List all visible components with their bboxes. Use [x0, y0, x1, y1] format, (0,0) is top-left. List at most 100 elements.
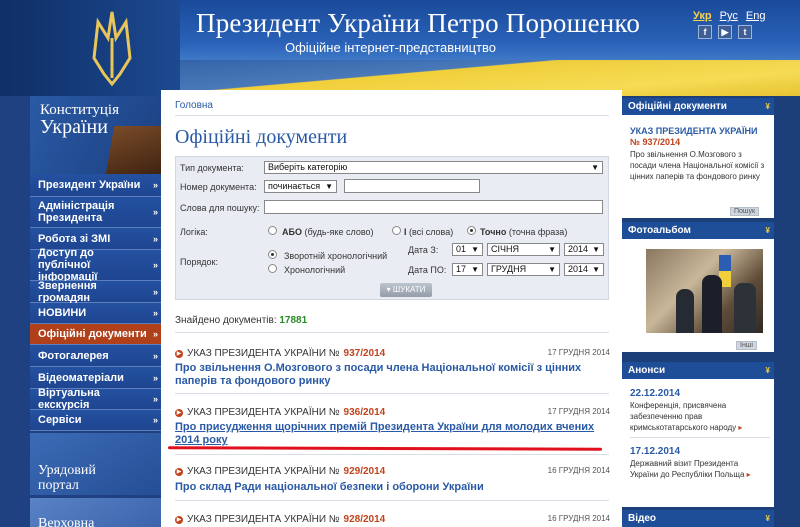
constitution-label: Конституція України: [40, 102, 119, 137]
sidebar-item-label: Адміністрація Президента: [38, 200, 115, 224]
breadcrumb[interactable]: Головна: [175, 100, 213, 111]
sidebar-item-tour[interactable]: Віртуальна екскурсія »: [30, 387, 166, 411]
sidebar-item-news[interactable]: НОВИНИ »: [30, 303, 166, 324]
order-reverse-label: Зворотній хронологічний: [284, 251, 388, 261]
date-from-day-select[interactable]: 01 ▼: [452, 243, 483, 256]
doc-title-link[interactable]: Про звільнення О.Мозгового з посади член…: [175, 362, 607, 388]
left-sidebar: Конституція України Президент України » А…: [0, 96, 166, 527]
chevron-down-icon: ▼: [471, 245, 479, 254]
sidebar-item-appeals[interactable]: Звернення громадян »: [30, 280, 166, 304]
official-more-button[interactable]: Пошук: [730, 207, 760, 216]
rada-banner[interactable]: Верховна: [30, 498, 166, 527]
sidebar-item-president[interactable]: Президент України »: [30, 174, 166, 197]
date-to-day-select[interactable]: 17 ▼: [452, 263, 483, 276]
doc-type-select[interactable]: Виберіть категорію ▼: [264, 161, 603, 174]
sidebar-item-label: Сервіси: [38, 414, 82, 426]
announce-header[interactable]: Анонси ¥: [622, 362, 774, 379]
highlight-underline: [167, 446, 603, 451]
chevron-right-icon: »: [152, 207, 158, 217]
right-background: [776, 96, 800, 527]
sidebar-item-services[interactable]: Сервіси »: [30, 410, 166, 431]
sidebar-item-official-docs[interactable]: Офіційні документи »: [30, 324, 166, 345]
logic-or-radio[interactable]: [268, 226, 277, 235]
date-from-year-select[interactable]: 2014 ▼: [564, 243, 604, 256]
social-links: f ▶ t: [698, 25, 752, 39]
lang-eng[interactable]: Eng: [746, 10, 766, 22]
chevron-down-icon: ▼: [548, 265, 556, 274]
announce-text[interactable]: Державний візит Президента України до Ре…: [630, 458, 756, 480]
photo-header[interactable]: Фотоальбом ¥: [622, 222, 774, 239]
keywords-input[interactable]: [264, 200, 603, 214]
announce-date: 22.12.2014: [630, 388, 681, 399]
arrow-right-icon: ▸: [738, 423, 743, 432]
video-header[interactable]: Відео ¥: [622, 510, 774, 527]
arrow-icon: ▶: [175, 349, 183, 358]
person-silhouette: [676, 289, 694, 333]
sidebar-item-video[interactable]: Відеоматеріали »: [30, 367, 166, 389]
search-button[interactable]: ▾ ШУКАТИ: [380, 283, 432, 297]
divider: [175, 393, 609, 394]
youtube-icon[interactable]: ▶: [718, 25, 732, 39]
found-count: Знайдено документів: 17881: [175, 315, 307, 326]
sidebar-item-public-info[interactable]: Доступ до публічної інформації »: [30, 247, 166, 283]
order-chrono-radio[interactable]: [268, 264, 277, 273]
widget-doc-type[interactable]: УКАЗ ПРЕЗИДЕНТА УКРАЇНИ: [630, 126, 757, 136]
constitution-banner[interactable]: Конституція України: [30, 96, 166, 174]
doc-number-mode-select[interactable]: починається ▼: [264, 180, 337, 193]
order-chrono-label: Хронологічний: [284, 265, 346, 275]
chevron-down-icon: ▼: [325, 182, 333, 191]
photo-title: Фотоальбом: [628, 225, 691, 236]
book-icon: [105, 126, 166, 174]
sidebar-item-label: Віртуальна екскурсія: [38, 387, 100, 411]
official-docs-header[interactable]: Офіційні документи ¥: [622, 98, 774, 115]
doc-number-input[interactable]: [344, 179, 480, 193]
logic-and-radio[interactable]: [392, 226, 401, 235]
doc-type-line: ▶ УКАЗ ПРЕЗИДЕНТА УКРАЇНИ № 929/2014: [175, 466, 385, 477]
date-to-year-select[interactable]: 2014 ▼: [564, 263, 604, 276]
chevron-right-icon: »: [152, 372, 158, 383]
doc-date: 16 ГРУДНЯ 2014: [547, 514, 610, 523]
date-to-day: 17: [456, 264, 467, 274]
sidebar-item-administration[interactable]: Адміністрація Президента »: [30, 197, 166, 228]
doc-title-link[interactable]: Про склад Ради національної безпеки і об…: [175, 481, 607, 494]
chevron-down-icon: ¥: [765, 366, 770, 375]
logic-exact-radio[interactable]: [467, 226, 476, 235]
twitter-icon[interactable]: t: [738, 25, 752, 39]
lang-ukr[interactable]: Укр: [693, 10, 712, 22]
photo-thumbnail[interactable]: [646, 249, 763, 333]
site-title[interactable]: Президент України Петро Порошенко: [196, 8, 640, 39]
header-emblem-area: [0, 0, 180, 96]
doc-date: 17 ГРУДНЯ 2014: [547, 348, 610, 357]
official-docs-title: Офіційні документи: [628, 101, 727, 112]
doc-title-link[interactable]: Про присудження щорічних премій Президен…: [175, 421, 607, 447]
arrow-icon: ▶: [175, 467, 183, 476]
date-to-month-select[interactable]: ГРУДНЯ ▼: [487, 263, 560, 276]
announce-text-body: Державний візит Президента України до Ре…: [630, 459, 745, 479]
date-to-month: ГРУДНЯ: [491, 264, 527, 274]
doc-type-line: ▶ УКАЗ ПРЕЗИДЕНТА УКРАЇНИ № 936/2014: [175, 407, 385, 418]
photo-more-button[interactable]: Інші: [736, 341, 757, 350]
person-silhouette: [734, 283, 756, 333]
header: Президент України Петро Порошенко Офіцій…: [0, 0, 800, 96]
portal-line1: Урядовий: [38, 463, 96, 478]
sidebar-item-photo[interactable]: Фотогалерея »: [30, 345, 166, 367]
search-form: Тип документа: Виберіть категорію ▼ Номер…: [175, 156, 609, 300]
chevron-right-icon: »: [152, 415, 158, 425]
chevron-right-icon: »: [152, 180, 158, 190]
doc-number: 937/2014: [343, 348, 386, 359]
doc-type-line: ▶ УКАЗ ПРЕЗИДЕНТА УКРАЇНИ № 937/2014: [175, 348, 385, 359]
date-from-month-select[interactable]: СІЧНЯ ▼: [487, 243, 560, 256]
chevron-down-icon: ▼: [592, 245, 600, 254]
government-portal-banner[interactable]: Урядовий портал: [30, 433, 166, 495]
sidebar-item-label: Відеоматеріали: [38, 371, 124, 384]
chevron-right-icon: »: [152, 233, 158, 244]
portal-label: Урядовий портал: [38, 463, 96, 493]
divider: [175, 332, 609, 333]
facebook-icon[interactable]: f: [698, 25, 712, 39]
lang-rus[interactable]: Рус: [720, 10, 738, 22]
divider: [175, 454, 609, 455]
order-label: Порядок:: [180, 257, 218, 267]
logic-exact-rest: (точна фраза): [506, 227, 568, 237]
order-reverse-radio[interactable]: [268, 250, 277, 259]
announce-text[interactable]: Конференція, присвячена забезпеченню пра…: [630, 400, 756, 433]
